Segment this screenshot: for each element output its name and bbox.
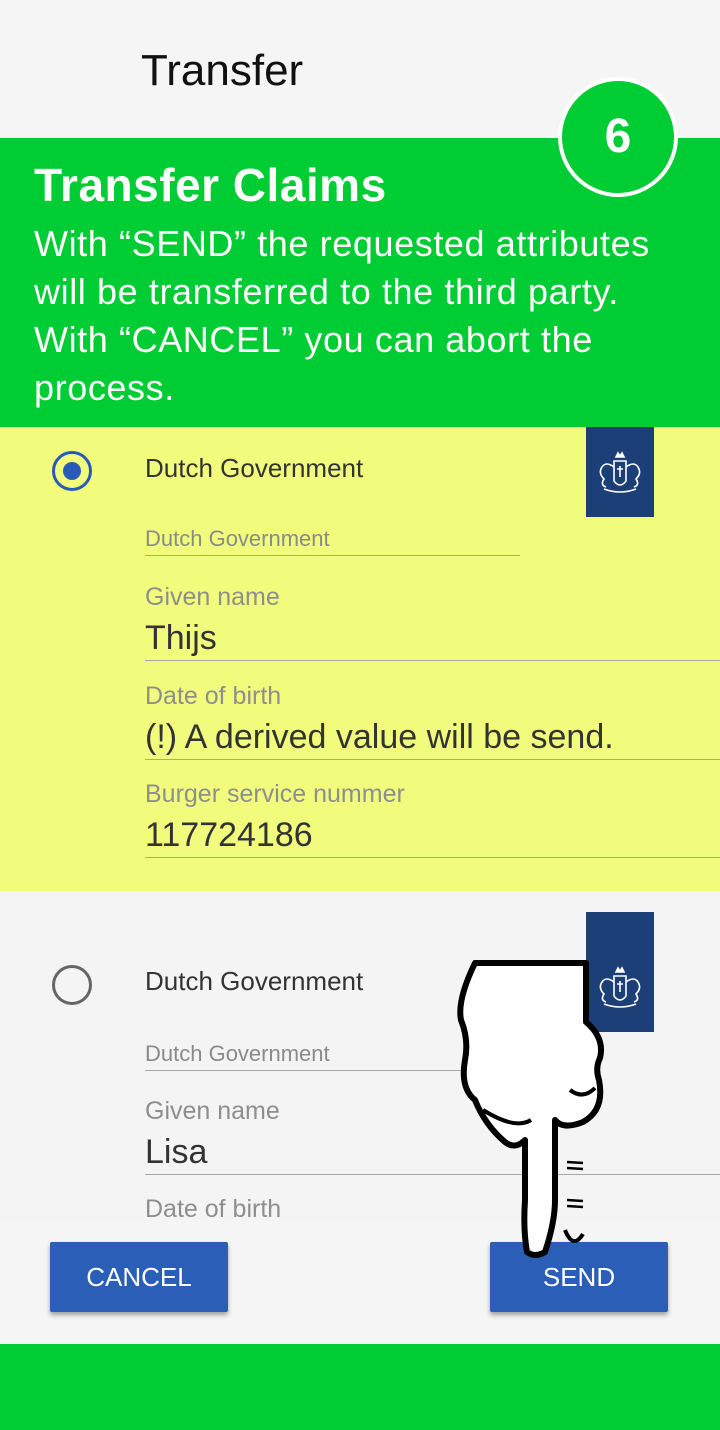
radio-button-selected[interactable] xyxy=(52,451,92,491)
field-label: Given name xyxy=(145,1097,280,1125)
step-badge: 6 xyxy=(558,77,678,197)
footer-bar xyxy=(0,1344,720,1430)
field-value: Thijs xyxy=(145,619,217,657)
field-label: Date of birth xyxy=(145,1195,282,1222)
field-label: Date of birth xyxy=(145,682,282,710)
field-label: Burger service nummer xyxy=(145,780,405,808)
field-value: Lisa xyxy=(145,1133,208,1171)
page-title: Transfer xyxy=(141,46,304,95)
radio-button[interactable] xyxy=(52,965,92,1005)
issuer-field: Dutch Government xyxy=(145,526,520,556)
banner-text: With “SEND” the requested attributes wil… xyxy=(34,223,650,408)
field-given-name: Given name Lisa xyxy=(145,1096,720,1175)
cancel-button[interactable]: CANCEL xyxy=(50,1242,228,1312)
field-value: (!) A derived value will be send. xyxy=(145,718,614,756)
credential-card-selected[interactable]: Dutch Government Dutch Government Given … xyxy=(0,427,720,891)
field-date-of-birth: Date of birth xyxy=(145,1194,720,1222)
pointing-hand-icon xyxy=(457,960,604,1258)
field-given-name: Given name Thijs xyxy=(145,582,720,661)
field-bsn: Burger service nummer 117724186 xyxy=(145,779,720,858)
issuer-name: Dutch Government xyxy=(145,453,364,483)
field-value: 117724186 xyxy=(145,816,313,854)
issuer-name: Dutch Government xyxy=(145,966,364,996)
field-label: Given name xyxy=(145,583,280,611)
dutch-coat-of-arms-icon xyxy=(586,427,654,517)
field-date-of-birth: Date of birth (!) A derived value will b… xyxy=(145,681,720,760)
banner-title: Transfer Claims xyxy=(34,159,387,211)
